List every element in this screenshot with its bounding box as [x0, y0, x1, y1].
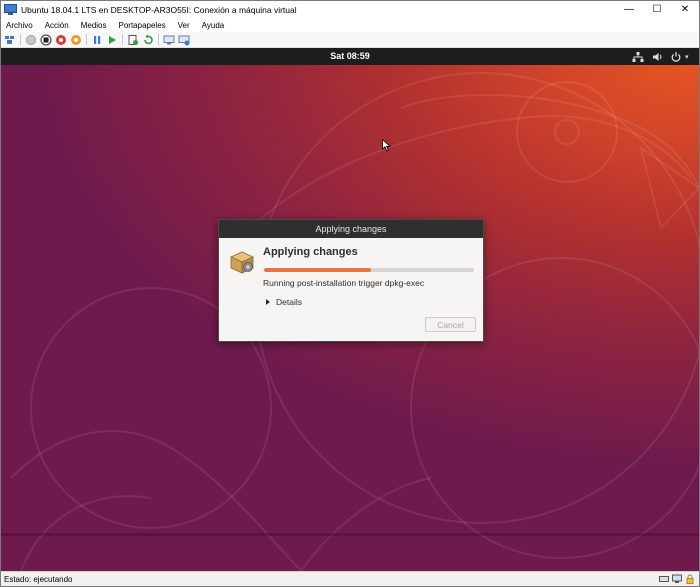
- status-text: Running post-installation trigger dpkg-e…: [263, 278, 425, 288]
- details-label: Details: [276, 297, 302, 307]
- progress-bar-fill: [264, 268, 372, 272]
- vm-connect-icon: [4, 4, 17, 15]
- minimize-button[interactable]: —: [615, 1, 643, 18]
- share-icon[interactable]: [178, 34, 190, 46]
- title-bar: Ubuntu 18.04.1 LTS en DESKTOP-AR3O55I: C…: [1, 1, 699, 18]
- maximize-button[interactable]: ☐: [643, 1, 671, 18]
- menu-bar: Archivo Acción Medios Portapapeles Ver A…: [1, 18, 699, 32]
- clock[interactable]: Sat 08:59: [1, 51, 699, 61]
- cancel-button[interactable]: Cancel: [425, 317, 476, 332]
- save-icon[interactable]: [70, 34, 82, 46]
- volume-icon[interactable]: [652, 50, 664, 63]
- monitor-icon: [672, 574, 682, 584]
- dock-strip: [1, 533, 699, 536]
- toolbar-separator: [86, 34, 87, 45]
- details-expander[interactable]: Details: [266, 297, 302, 307]
- keyboard-icon: [659, 574, 669, 584]
- menu-ayuda[interactable]: Ayuda: [202, 21, 225, 30]
- mouse-cursor-icon: [382, 139, 391, 152]
- chevron-down-icon[interactable]: ▾: [685, 50, 689, 63]
- menu-accion[interactable]: Acción: [45, 21, 69, 30]
- pause-icon[interactable]: [91, 34, 103, 46]
- toolbar: [1, 32, 699, 48]
- toolbar-separator: [122, 34, 123, 45]
- menu-medios[interactable]: Medios: [81, 21, 107, 30]
- revert-icon[interactable]: [142, 34, 154, 46]
- network-icon[interactable]: [632, 50, 644, 63]
- menu-ver[interactable]: Ver: [178, 21, 190, 30]
- ctrl-alt-del-icon[interactable]: [4, 34, 16, 46]
- power-icon[interactable]: [670, 50, 682, 63]
- lock-icon: [685, 574, 695, 584]
- status-icons: [656, 574, 695, 584]
- dialog-window-title: Applying changes: [315, 224, 387, 234]
- toolbar-separator: [158, 34, 159, 45]
- window-title: Ubuntu 18.04.1 LTS en DESKTOP-AR3O55I: C…: [21, 4, 297, 15]
- dialog-heading: Applying changes: [263, 246, 358, 258]
- dialog-header: Applying changes: [219, 220, 483, 238]
- enhanced-session-icon[interactable]: [163, 34, 175, 46]
- gnome-top-bar: Sat 08:59 ▾: [1, 48, 699, 65]
- expander-arrow-icon: [266, 299, 270, 305]
- shutdown-icon[interactable]: [55, 34, 67, 46]
- progress-bar: [264, 268, 474, 272]
- applying-changes-dialog: Applying changes Applying changes Runnin…: [218, 219, 484, 342]
- start-icon[interactable]: [25, 34, 37, 46]
- close-button[interactable]: ✕: [671, 1, 699, 18]
- checkpoint-icon[interactable]: [127, 34, 139, 46]
- menu-portapapeles[interactable]: Portapapeles: [119, 21, 166, 30]
- package-installer-icon: [230, 251, 254, 274]
- status-text-state: Estado: ejecutando: [4, 574, 73, 584]
- menu-archivo[interactable]: Archivo: [6, 21, 33, 30]
- vm-connection-window: Ubuntu 18.04.1 LTS en DESKTOP-AR3O55I: C…: [0, 0, 700, 587]
- status-bar: Estado: ejecutando: [1, 571, 699, 586]
- resume-icon[interactable]: [106, 34, 118, 46]
- toolbar-separator: [20, 34, 21, 45]
- turn-off-icon[interactable]: [40, 34, 52, 46]
